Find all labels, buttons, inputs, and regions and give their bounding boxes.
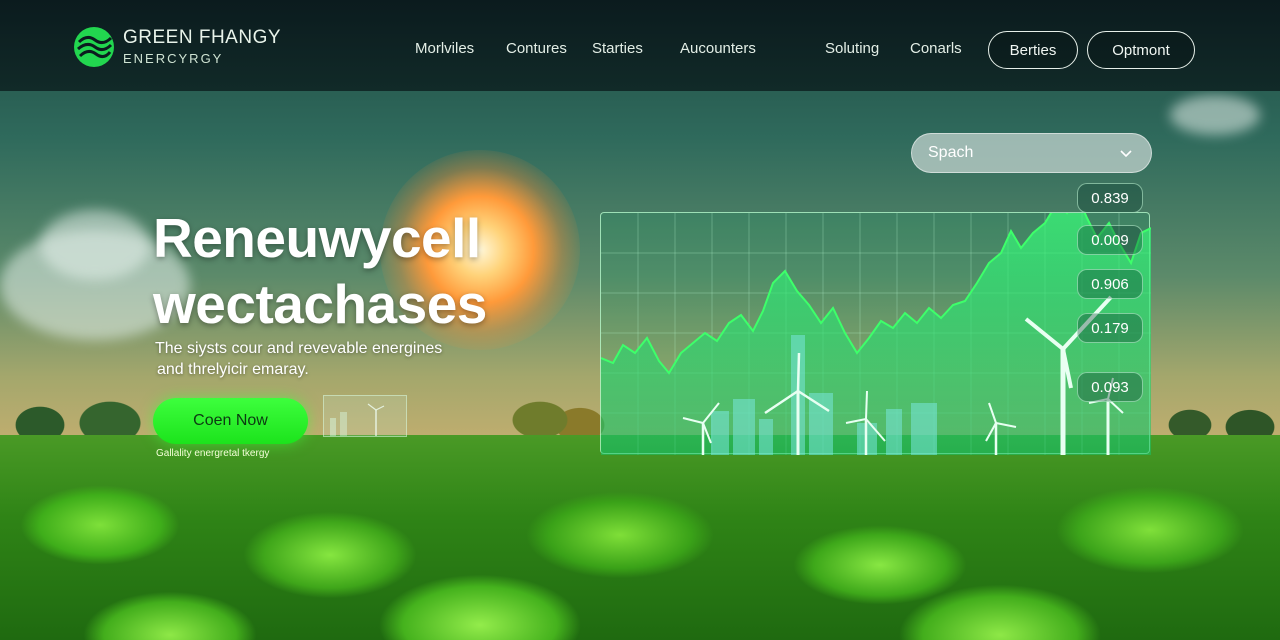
- hero-subtitle-line2: and threlyicir emaray.: [157, 361, 309, 378]
- mini-turbine-panel: [323, 395, 407, 437]
- brand-name-line1: GREEN FHANGY: [123, 26, 282, 48]
- energy-chart: [601, 213, 1151, 455]
- nav-link-starties[interactable]: Starties: [592, 40, 643, 57]
- hero-title-line2: wectachases: [153, 273, 487, 335]
- chart-value-label: 0.906: [1077, 269, 1143, 299]
- chart-value-label: 0.179: [1077, 313, 1143, 343]
- hero-title: Reneuwycell wectachases: [153, 205, 513, 337]
- brand-name: GREEN FHANGY ENERCYRGY: [123, 26, 282, 67]
- chart-value-label: 0.093: [1077, 372, 1143, 402]
- hero-subtitle-line1: The siysts cour and revevable energines: [155, 340, 443, 357]
- cloud-right: [1170, 95, 1260, 135]
- optmont-button[interactable]: Optmont: [1087, 31, 1195, 69]
- grass-field: [0, 435, 1280, 640]
- brand-name-line2: ENERCYRGY: [123, 50, 224, 66]
- search-dropdown[interactable]: Spach: [911, 133, 1152, 173]
- nav-link-soluting[interactable]: Soluting: [825, 40, 879, 57]
- top-navigation-bar: GREEN FHANGY ENERCYRGY Morlviles Conture…: [0, 0, 1280, 91]
- leaf-wave-logo-icon: [74, 27, 114, 67]
- search-placeholder: Spach: [928, 144, 974, 161]
- nav-link-contures[interactable]: Contures: [506, 40, 567, 57]
- nav-link-morlviles[interactable]: Morlviles: [415, 40, 474, 57]
- cloud-left-small: [40, 210, 150, 280]
- nav-link-aucounters[interactable]: Aucounters: [680, 40, 756, 57]
- chevron-down-icon: [1120, 150, 1132, 158]
- chart-value-label: 0.839: [1077, 183, 1143, 213]
- hero-subtitle: The siysts cour and revevable energines …: [155, 338, 485, 380]
- berties-button[interactable]: Berties: [988, 31, 1078, 69]
- cta-caption: Gallality energretal tkergy: [156, 448, 270, 459]
- brand-logo[interactable]: GREEN FHANGY ENERCYRGY: [73, 26, 281, 68]
- chart-value-label: 0.009: [1077, 225, 1143, 255]
- mini-turbine-illustration: [330, 403, 385, 436]
- hero-title-line1: Reneuwycell: [153, 207, 481, 269]
- nav-link-conarls[interactable]: Conarls: [910, 40, 962, 57]
- energy-chart-panel: [600, 212, 1151, 455]
- cta-button[interactable]: Coen Now: [153, 398, 308, 444]
